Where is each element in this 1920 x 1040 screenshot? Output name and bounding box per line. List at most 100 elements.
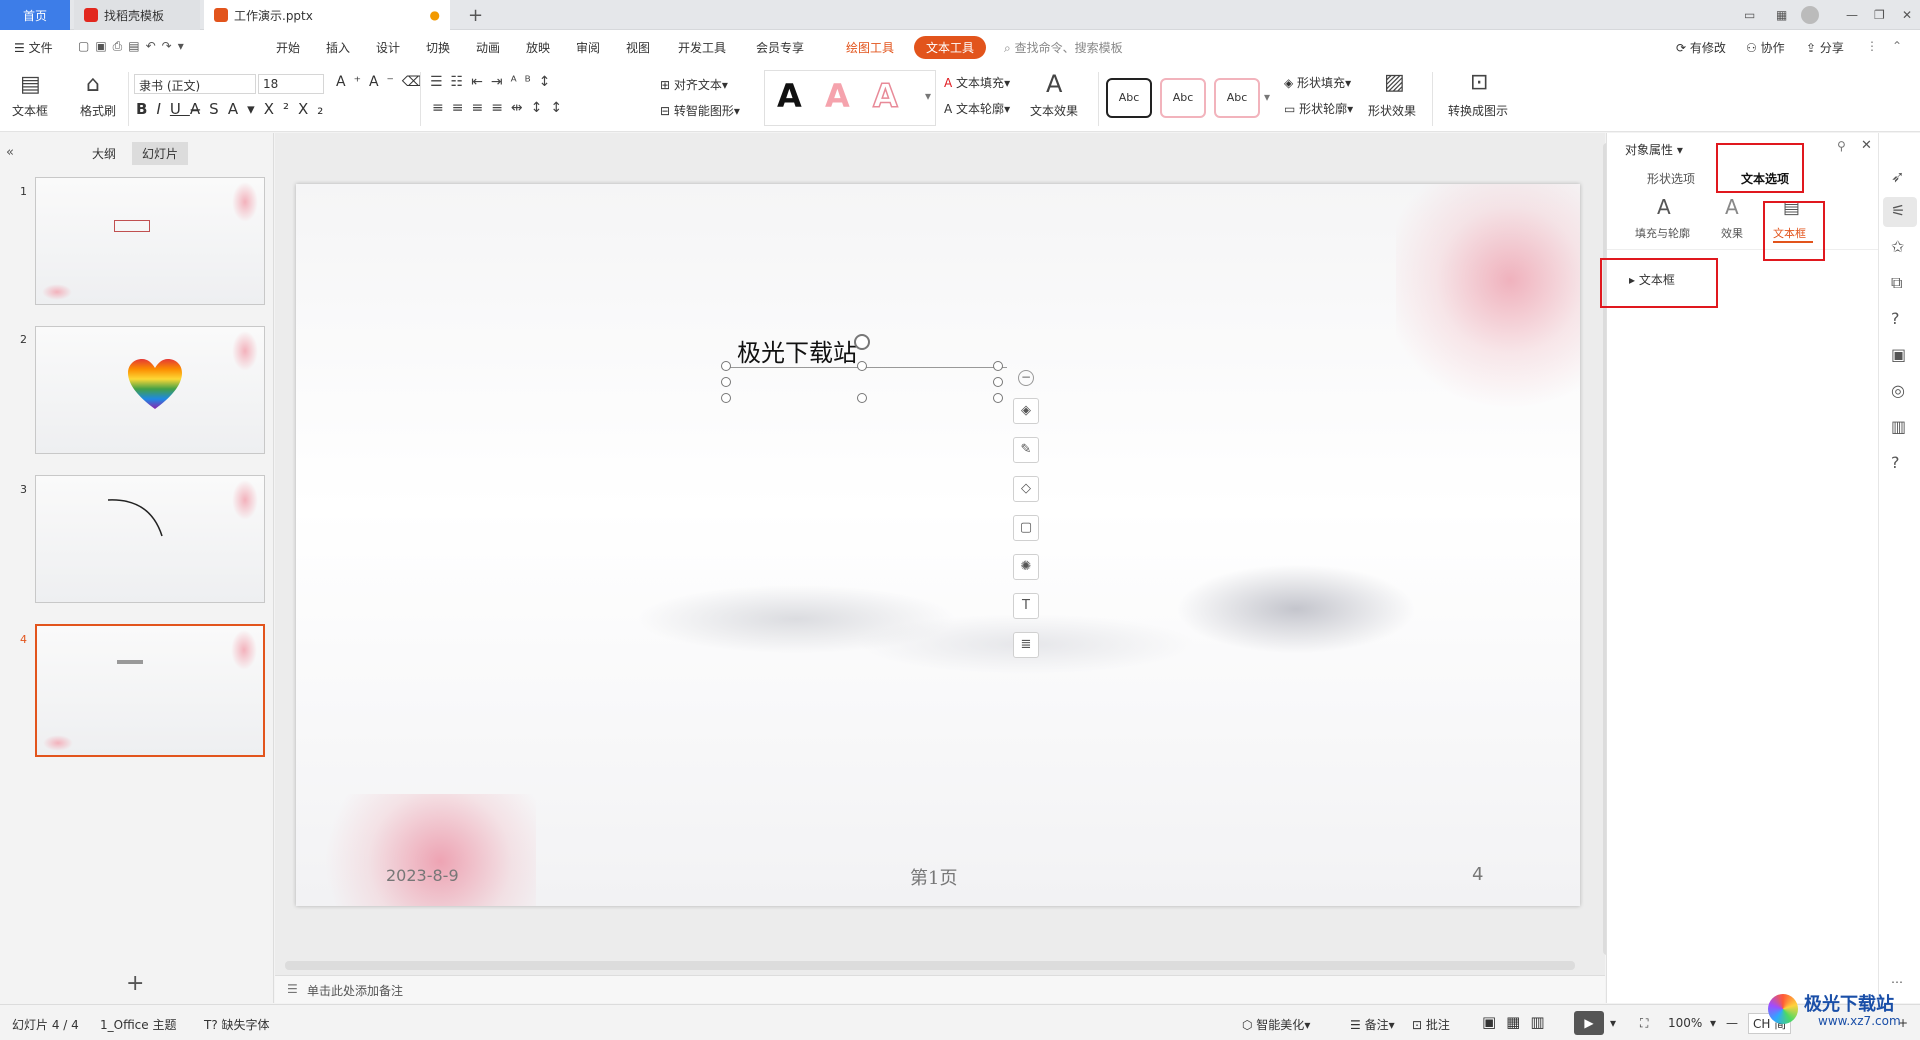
resize-handle[interactable]	[721, 377, 731, 387]
view-mode-buttons[interactable]: ▣▦▥	[1482, 1013, 1555, 1031]
menu-animation[interactable]: 动画	[476, 39, 500, 56]
resize-handle[interactable]	[993, 361, 1003, 371]
help-circle-icon[interactable]: ?	[1891, 309, 1900, 328]
shape-outline-button[interactable]: ▭ 形状轮廓▾	[1284, 100, 1353, 117]
format-painter-icon[interactable]: ⌂	[86, 72, 100, 97]
close-panel-icon[interactable]: ✕	[1861, 138, 1872, 153]
menu-text-tools[interactable]: 文本工具	[914, 36, 987, 59]
menu-review[interactable]: 审阅	[576, 39, 600, 56]
tab-slides[interactable]: 幻灯片	[132, 142, 189, 165]
subtab-fill-outline[interactable]: 填充与轮廓	[1635, 225, 1690, 241]
rotate-handle-icon[interactable]	[854, 334, 870, 350]
more-dots-icon[interactable]: ⋯	[1891, 975, 1903, 989]
notes-area[interactable]: ☰ 单击此处添加备注	[275, 975, 1605, 1003]
menu-design[interactable]: 设计	[376, 39, 400, 56]
play-options-icon[interactable]: ▾	[1610, 1016, 1616, 1030]
font-grow-shrink-clear[interactable]: A⁺A⁻⌫	[336, 74, 430, 90]
effect-icon[interactable]: A	[1725, 195, 1739, 219]
wordart-gallery[interactable]: A A A ▾	[764, 70, 936, 126]
location-icon[interactable]: ◎	[1891, 381, 1905, 400]
layer-icon[interactable]: ◈	[1013, 398, 1039, 424]
collapse-ribbon-icon[interactable]: ⌃	[1892, 39, 1902, 53]
subtab-effect[interactable]: 效果	[1721, 225, 1743, 241]
slide-thumbnail-4[interactable]	[35, 624, 265, 757]
resize-handle[interactable]	[721, 361, 731, 371]
question-icon[interactable]: ?	[1891, 453, 1900, 472]
tab-home[interactable]: 首页	[0, 0, 70, 30]
rocket-icon[interactable]: ➶	[1891, 167, 1904, 186]
menu-transition[interactable]: 切换	[426, 39, 450, 56]
pen-icon[interactable]: ✎	[1013, 437, 1039, 463]
notes-button[interactable]: ☰ 备注▾	[1350, 1016, 1395, 1033]
slide-thumbnail-2[interactable]	[35, 326, 265, 454]
slide-canvas[interactable]: 极光下载站 2023-8-9 第1页 4	[296, 184, 1580, 906]
shape-style-pink[interactable]: Abc	[1160, 78, 1206, 118]
menu-slideshow[interactable]: 放映	[526, 39, 550, 56]
paragraph-align-buttons[interactable]: ≡≡≡≡⇹↕↕	[432, 100, 570, 116]
smart-shape-button[interactable]: ⊟ 转智能图形▾	[660, 102, 740, 119]
text-outline-button[interactable]: A 文本轮廓▾	[944, 100, 1010, 117]
collab-button[interactable]: ⚇ 协作	[1746, 39, 1785, 56]
resize-handle[interactable]	[857, 361, 867, 371]
more-icon[interactable]: ⋮	[1866, 39, 1878, 53]
copy-icon[interactable]: ⧉	[1891, 273, 1902, 293]
resize-handle[interactable]	[993, 393, 1003, 403]
comments-button[interactable]: ⊡ 批注	[1412, 1016, 1450, 1033]
image-icon[interactable]: ▣	[1891, 345, 1906, 364]
slide-textbox-text[interactable]: 极光下载站	[729, 329, 869, 369]
restore-icon[interactable]: ❐	[1864, 0, 1895, 30]
shape-effect-button[interactable]: 形状效果	[1368, 102, 1416, 119]
resize-handle[interactable]	[721, 393, 731, 403]
font-size-select[interactable]: 18	[258, 74, 324, 94]
menu-drawing-tools[interactable]: 绘图工具	[846, 39, 894, 56]
collapse-panel-icon[interactable]: «	[6, 145, 14, 160]
zoom-out-button[interactable]: —	[1726, 1016, 1738, 1030]
fit-window-icon[interactable]: ⛶	[1640, 1016, 1648, 1031]
text-effect-button[interactable]: 文本效果	[1030, 102, 1078, 119]
font-style-buttons[interactable]: BIUA̶SA▾X²X₂	[136, 100, 332, 118]
menu-start[interactable]: 开始	[276, 39, 300, 56]
quick-access-toolbar[interactable]: ▢▣⎙▤↶↷▾	[78, 39, 190, 54]
format-painter-button[interactable]: 格式刷	[80, 102, 116, 119]
slide-thumbnail-1[interactable]	[35, 177, 265, 305]
text-fill-button[interactable]: A 文本填充▾	[944, 74, 1010, 91]
idea-icon[interactable]: ✺	[1013, 554, 1039, 580]
zoom-dropdown-icon[interactable]: ▾	[1710, 1016, 1716, 1030]
tab-shape-options[interactable]: 形状选项	[1647, 170, 1695, 187]
share-button[interactable]: ⇪ 分享	[1806, 39, 1844, 56]
close-window-icon[interactable]: ✕	[1892, 0, 1920, 30]
wordart-style-black[interactable]: A	[777, 77, 802, 115]
file-menu[interactable]: ☰ 文件	[14, 39, 53, 56]
wordart-more-icon[interactable]: ▾	[925, 89, 931, 103]
beautify-button[interactable]: ⬡ 智能美化▾	[1242, 1016, 1310, 1033]
add-slide-button[interactable]: +	[126, 971, 144, 996]
pin-icon[interactable]: ⚲	[1837, 139, 1846, 153]
missing-font-button[interactable]: T? 缺失字体	[204, 1016, 270, 1033]
font-name-select[interactable]: 隶书 (正文)	[134, 74, 256, 94]
align-text-button[interactable]: ⊞ 对齐文本▾	[660, 76, 728, 93]
star-pin-icon[interactable]: ✩	[1891, 237, 1904, 256]
wordart-style-outline[interactable]: A	[872, 76, 898, 116]
shape-fill-button[interactable]: ◈ 形状填充▾	[1284, 74, 1351, 91]
resize-handle[interactable]	[993, 377, 1003, 387]
book-icon[interactable]: ▥	[1891, 417, 1906, 436]
resize-handle[interactable]	[857, 393, 867, 403]
search-command[interactable]: ⌕ 查找命令、搜索模板	[1004, 39, 1123, 56]
wordart-style-pink[interactable]: A	[825, 77, 850, 115]
fill-outline-icon[interactable]: A	[1657, 195, 1671, 219]
textbox-icon[interactable]: ▤	[20, 72, 41, 97]
tab-document[interactable]: 工作演示.pptx ●	[204, 0, 450, 30]
layout-icon[interactable]: ▭	[1734, 0, 1765, 30]
shape-style-pink-2[interactable]: Abc	[1214, 78, 1260, 118]
text-layout-icon[interactable]: ≣	[1013, 632, 1039, 658]
menu-view[interactable]: 视图	[626, 39, 650, 56]
textbox-button[interactable]: 文本框	[12, 102, 48, 119]
modified-button[interactable]: ⟳ 有修改	[1676, 39, 1726, 56]
convert-diagram-button[interactable]: 转换成图示	[1448, 102, 1508, 119]
slide-thumbnail-3[interactable]	[35, 475, 265, 603]
shape-style-black[interactable]: Abc	[1106, 78, 1152, 118]
properties-icon[interactable]: ⚟	[1883, 197, 1917, 227]
outline-icon[interactable]: ▢	[1013, 515, 1039, 541]
tab-outline[interactable]: 大纲	[92, 145, 116, 162]
shape-style-more-icon[interactable]: ▾	[1264, 90, 1270, 104]
